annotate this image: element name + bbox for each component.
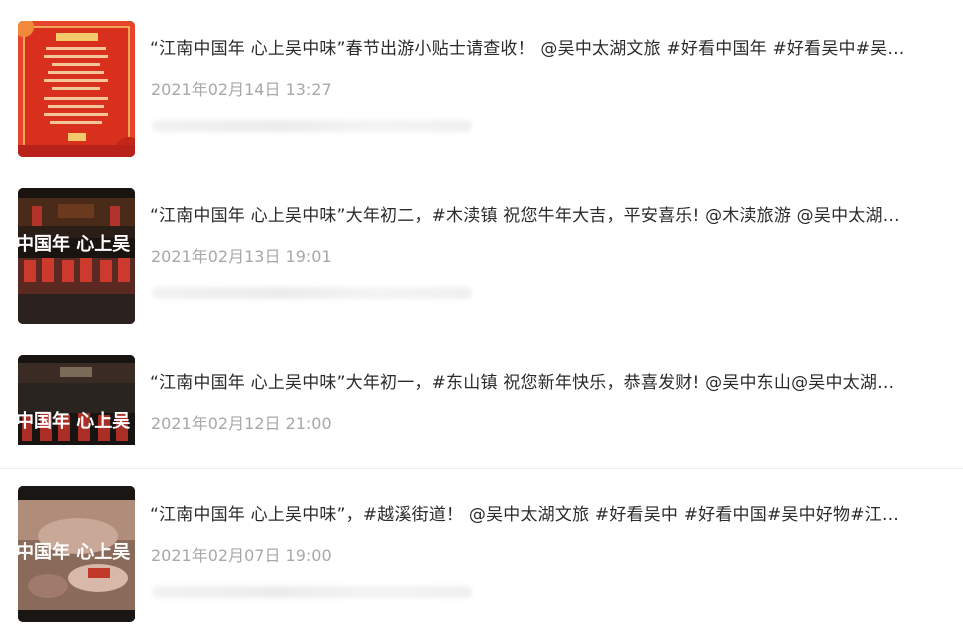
post-thumbnail[interactable]: 中国年 心上吴 bbox=[18, 188, 135, 324]
post-thumbnail[interactable] bbox=[18, 21, 135, 157]
post-thumbnail[interactable]: 中国年 心上吴 bbox=[18, 355, 135, 445]
post-date: 2021年02月13日 19:01 bbox=[151, 247, 332, 266]
post-item[interactable]: 中国年 心上吴 “江南中国年 心上吴中味”大年初一，#东山镇 祝您新年快乐，恭喜… bbox=[0, 342, 963, 492]
post-title[interactable]: “江南中国年 心上吴中味”大年初一，#东山镇 祝您新年快乐，恭喜发财! @吴中东… bbox=[150, 368, 950, 393]
thumbnail-overlay-text: 中国年 心上吴 bbox=[18, 233, 130, 255]
post-stats-blurred bbox=[152, 287, 472, 299]
thumbnail-overlay-text: 中国年 心上吴 bbox=[18, 410, 130, 432]
post-thumbnail[interactable]: 中国年 心上吴 bbox=[18, 486, 135, 622]
post-stats-blurred bbox=[152, 120, 472, 132]
thumbnail-overlay-text: 中国年 心上吴 bbox=[18, 541, 130, 563]
divider bbox=[0, 468, 963, 469]
post-feed: “江南中国年 心上吴中味”春节出游小贴士请查收！ @吴中太湖文旅 #好看中国年 … bbox=[0, 0, 963, 633]
red-poster-thumbnail-icon bbox=[18, 21, 135, 157]
post-date: 2021年02月07日 19:00 bbox=[151, 546, 332, 565]
post-date: 2021年02月14日 13:27 bbox=[151, 80, 332, 99]
post-date: 2021年02月12日 21:00 bbox=[151, 414, 332, 433]
post-item[interactable]: 中国年 心上吴 “江南中国年 心上吴中味”大年初二，#木渎镇 祝您牛年大吉，平安… bbox=[0, 175, 963, 325]
post-item[interactable]: 中国年 心上吴 “江南中国年 心上吴中味”，#越溪街道！ @吴中太湖文旅 #好看… bbox=[0, 474, 963, 624]
post-title[interactable]: “江南中国年 心上吴中味”大年初二，#木渎镇 祝您牛年大吉，平安喜乐! @木渎旅… bbox=[150, 201, 950, 226]
video-thumbnail-icon: 中国年 心上吴 bbox=[18, 486, 135, 622]
post-title[interactable]: “江南中国年 心上吴中味”春节出游小贴士请查收！ @吴中太湖文旅 #好看中国年 … bbox=[150, 34, 950, 59]
post-stats-blurred bbox=[152, 586, 472, 598]
post-title[interactable]: “江南中国年 心上吴中味”，#越溪街道！ @吴中太湖文旅 #好看吴中 #好看中国… bbox=[150, 500, 950, 525]
post-item[interactable]: “江南中国年 心上吴中味”春节出游小贴士请查收！ @吴中太湖文旅 #好看中国年 … bbox=[0, 8, 963, 158]
video-thumbnail-icon: 中国年 心上吴 bbox=[18, 355, 135, 445]
video-thumbnail-icon: 中国年 心上吴 bbox=[18, 188, 135, 324]
